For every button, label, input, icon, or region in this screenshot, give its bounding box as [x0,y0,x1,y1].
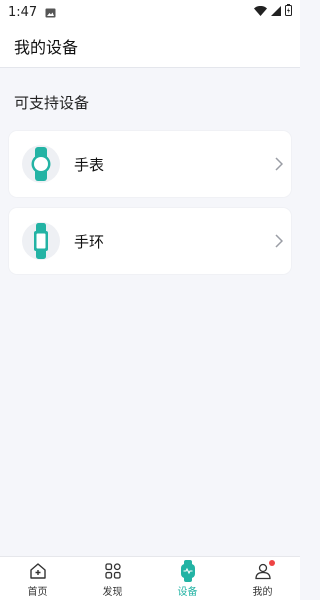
watch-icon [22,145,60,183]
home-icon [27,560,49,582]
page-header: 我的设备 [0,24,300,68]
grid-icon [102,560,124,582]
chevron-right-icon [275,157,283,171]
device-card-watch[interactable]: 手表 [9,131,291,197]
status-bar: 1:47 [0,0,300,24]
status-indicators [254,4,292,20]
image-notification-icon [45,7,57,18]
user-icon [252,559,275,582]
signal-icon [271,5,281,20]
status-time: 1:47 [8,4,38,20]
nav-label-mine: 我的 [252,586,273,598]
nav-item-mine[interactable]: 我的 [225,557,300,600]
section-title: 可支持设备 [14,94,90,112]
bottom-nav: 首页 发现 设备 我的 [0,556,300,600]
band-icon [22,222,60,260]
nav-item-discover[interactable]: 发现 [75,557,150,600]
nav-label-discover: 发现 [102,586,123,598]
chevron-right-icon [275,234,283,248]
page-title: 我的设备 [14,37,79,57]
notification-badge-dot [268,559,275,566]
nav-item-device[interactable]: 设备 [150,557,225,600]
wifi-icon [254,5,267,20]
device-label-band: 手环 [74,232,105,251]
battery-icon [285,4,292,20]
device-card-band[interactable]: 手环 [9,208,291,274]
nav-label-home: 首页 [27,586,48,598]
nav-item-home[interactable]: 首页 [0,557,75,600]
device-watch-icon [177,559,199,582]
nav-label-device: 设备 [177,586,198,598]
device-label-watch: 手表 [74,155,105,174]
